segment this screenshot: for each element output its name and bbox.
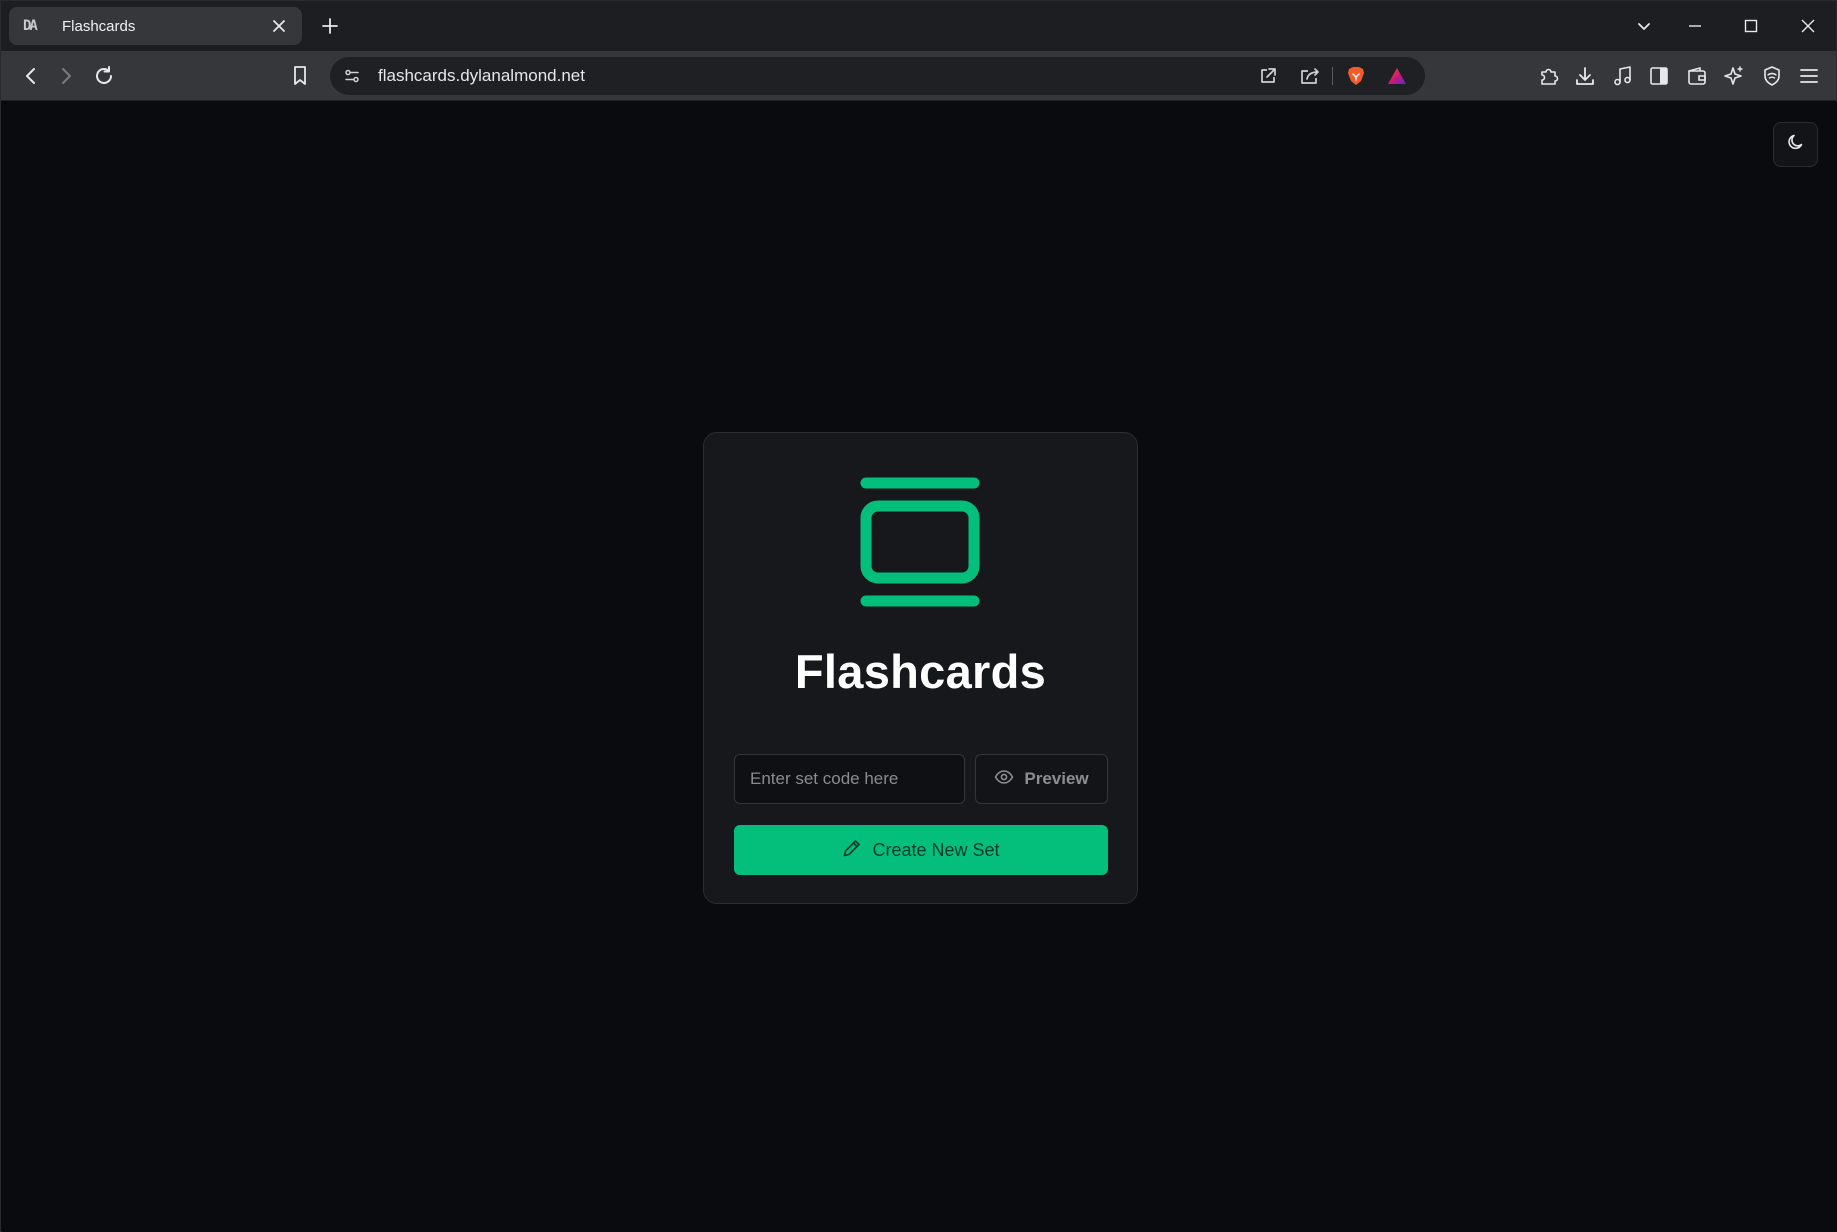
preview-label: Preview: [1024, 769, 1089, 788]
create-new-set-label: Create New Set: [872, 839, 1000, 860]
moon-icon: [1786, 132, 1806, 157]
share-icon[interactable]: [1296, 62, 1324, 90]
browser-window: DA Flashcards flashcards.dylanalmond.net…: [0, 0, 1837, 1232]
preview-button[interactable]: Preview: [975, 754, 1108, 804]
triangle-rewards-icon[interactable]: [1383, 62, 1411, 90]
wallet-icon[interactable]: [1683, 62, 1711, 90]
tab-title: Flashcards: [62, 17, 136, 35]
plus-icon[interactable]: [317, 13, 343, 39]
window-close-icon[interactable]: [1793, 13, 1823, 39]
maximize-icon[interactable]: [1736, 13, 1766, 39]
puzzle-icon[interactable]: [1535, 62, 1563, 90]
flashcards-logo-icon: [860, 477, 980, 607]
music-note-icon[interactable]: [1609, 62, 1637, 90]
site-settings-icon[interactable]: [338, 62, 366, 90]
sparkle-icon[interactable]: [1720, 62, 1748, 90]
tab-search-chevron-icon[interactable]: [1629, 13, 1659, 39]
tab-strip: DA Flashcards: [1, 1, 1836, 51]
sidebar-icon[interactable]: [1645, 62, 1673, 90]
reload-icon[interactable]: [90, 62, 118, 90]
address-bar[interactable]: flashcards.dylanalmond.net: [330, 57, 1425, 95]
brave-lion-icon[interactable]: [1342, 62, 1370, 90]
url-text: flashcards.dylanalmond.net: [378, 66, 585, 85]
tab-favicon: DA: [23, 18, 38, 34]
open-external-icon[interactable]: [1254, 62, 1282, 90]
forward-arrow-icon[interactable]: [52, 62, 80, 90]
pencil-icon: [842, 838, 862, 863]
page-title: Flashcards: [794, 645, 1047, 698]
close-icon[interactable]: [268, 15, 290, 37]
theme-toggle-button[interactable]: [1773, 122, 1818, 167]
set-code-input[interactable]: [734, 754, 965, 804]
download-icon[interactable]: [1571, 62, 1599, 90]
shield-icon[interactable]: [1758, 62, 1786, 90]
bookmark-icon[interactable]: [286, 62, 314, 90]
home-card: Flashcards Preview Create New Set: [703, 432, 1138, 904]
create-new-set-button[interactable]: Create New Set: [734, 825, 1108, 875]
back-arrow-icon[interactable]: [17, 62, 45, 90]
address-bar-divider: [1332, 67, 1333, 85]
tab-flashcards[interactable]: DA Flashcards: [9, 7, 302, 45]
page-viewport: Flashcards Preview Create New Set: [2, 102, 1837, 1232]
browser-toolbar: flashcards.dylanalmond.net: [1, 51, 1836, 101]
eye-icon: [994, 769, 1014, 789]
hamburger-menu-icon[interactable]: [1795, 62, 1823, 90]
minimize-icon[interactable]: [1680, 13, 1710, 39]
